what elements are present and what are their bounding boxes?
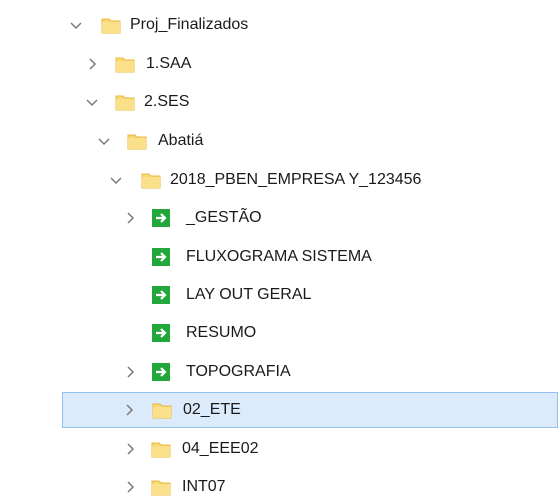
tree-item-int07[interactable]: INT07 <box>0 469 560 497</box>
tree-item-label: 02_ETE <box>183 401 241 418</box>
tree-item-label: TOPOGRAFIA <box>186 363 291 380</box>
folder-icon <box>100 14 122 36</box>
tree-item-label: RESUMO <box>186 324 257 341</box>
folder-tree: Proj_Finalizados 1.SAA 2.SES Abatiá 2018… <box>0 0 560 497</box>
tree-item-proj-finalizados[interactable]: Proj_Finalizados <box>0 7 560 43</box>
folder-icon <box>140 169 162 191</box>
tree-item-lay-out-geral[interactable]: LAY OUT GERAL <box>0 277 560 313</box>
chevron-down-icon[interactable] <box>68 17 84 33</box>
folder-icon <box>114 91 136 113</box>
tree-item-label: 04_EEE02 <box>182 440 259 457</box>
tree-item-label: 2018_PBEN_EMPRESA Y_123456 <box>170 171 422 188</box>
chevron-right-icon[interactable] <box>122 441 138 457</box>
folder-icon <box>114 53 136 75</box>
tree-item-2-ses[interactable]: 2.SES <box>0 84 560 120</box>
shortcut-arrow-icon <box>150 361 172 383</box>
tree-item-04-eee02[interactable]: 04_EEE02 <box>0 431 560 467</box>
shortcut-arrow-icon <box>150 246 172 268</box>
tree-item-resumo[interactable]: RESUMO <box>0 315 560 351</box>
tree-item-topografia[interactable]: TOPOGRAFIA <box>0 354 560 390</box>
tree-item-1-saa[interactable]: 1.SAA <box>0 46 560 82</box>
chevron-right-icon[interactable] <box>122 210 138 226</box>
folder-icon <box>150 438 172 460</box>
tree-item-label: Abatiá <box>158 132 204 149</box>
folder-icon <box>150 476 172 497</box>
tree-item-label: Proj_Finalizados <box>130 16 249 33</box>
tree-item-gestao[interactable]: _GESTÃO <box>0 200 560 236</box>
tree-item-label: LAY OUT GERAL <box>186 286 312 303</box>
tree-item-fluxograma-sistema[interactable]: FLUXOGRAMA SISTEMA <box>0 239 560 275</box>
folder-icon <box>126 130 148 152</box>
tree-item-02-ete[interactable]: 02_ETE <box>62 392 558 428</box>
tree-item-label: _GESTÃO <box>186 209 262 226</box>
tree-item-2018-pben[interactable]: 2018_PBEN_EMPRESA Y_123456 <box>0 162 560 198</box>
chevron-right-icon[interactable] <box>122 364 138 380</box>
chevron-down-icon[interactable] <box>96 133 112 149</box>
shortcut-arrow-icon <box>150 207 172 229</box>
tree-item-abatia[interactable]: Abatiá <box>0 123 560 159</box>
shortcut-arrow-icon <box>150 284 172 306</box>
chevron-down-icon[interactable] <box>108 172 124 188</box>
tree-item-label: FLUXOGRAMA SISTEMA <box>186 248 372 265</box>
tree-item-label: 1.SAA <box>146 55 192 72</box>
tree-item-label: 2.SES <box>144 93 190 110</box>
tree-item-label: INT07 <box>182 478 226 495</box>
chevron-down-icon[interactable] <box>84 94 100 110</box>
chevron-right-icon[interactable] <box>122 479 138 495</box>
chevron-right-icon[interactable] <box>84 56 100 72</box>
folder-icon <box>151 399 173 421</box>
shortcut-arrow-icon <box>150 322 172 344</box>
chevron-right-icon[interactable] <box>121 402 137 418</box>
